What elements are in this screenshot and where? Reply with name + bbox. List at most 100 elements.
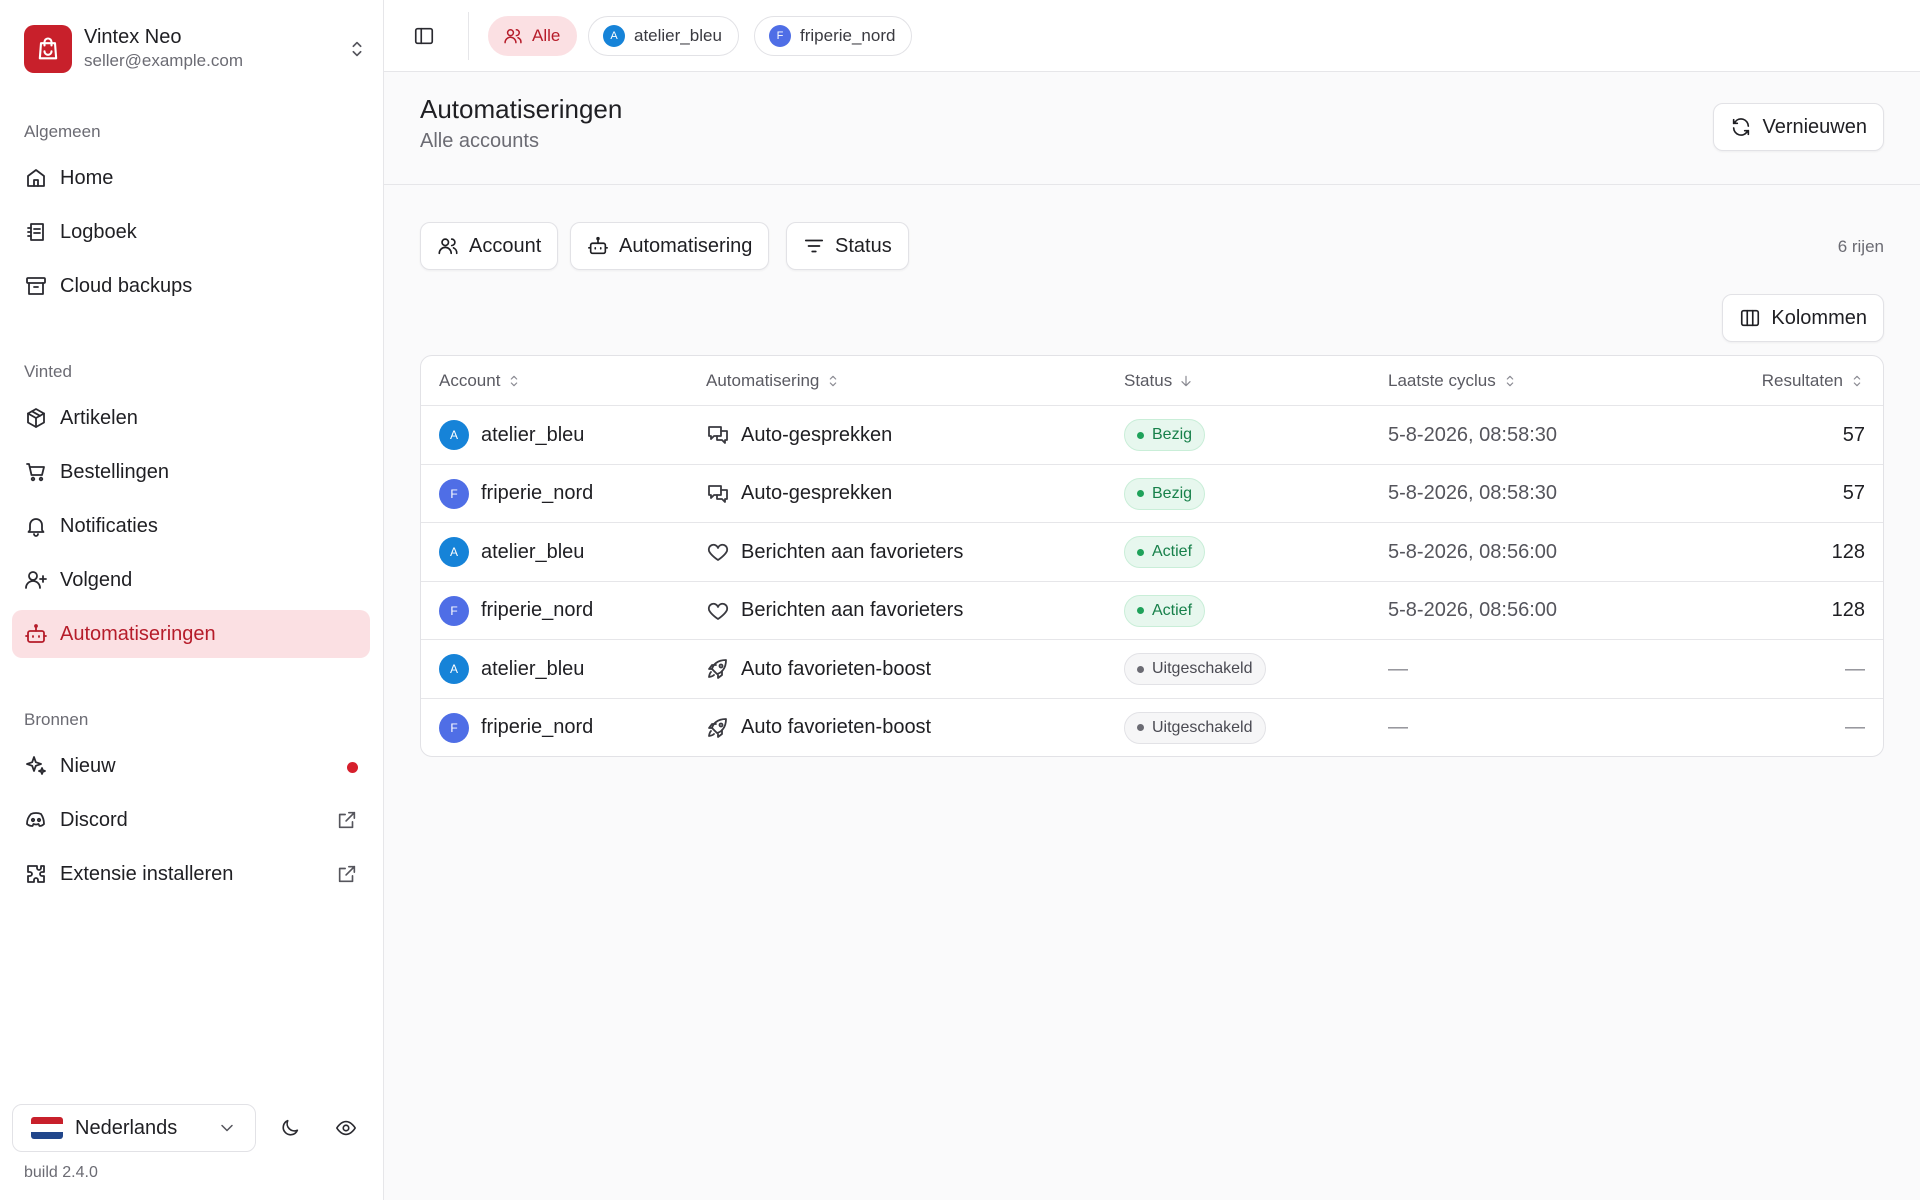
sidebar-toggle-button[interactable] — [404, 16, 444, 56]
sparkles-icon — [26, 756, 46, 775]
column-header-label: Automatisering — [706, 371, 820, 390]
filter-status-button[interactable]: Status — [786, 222, 909, 270]
sort-icon — [511, 375, 518, 387]
automation-name: Berichten aan favorieters — [741, 540, 964, 563]
chip-label: friperie_nord — [800, 26, 896, 45]
table-row[interactable]: F friperie_nord Auto-gesprekken Bezig 5-… — [421, 465, 1883, 523]
main-content: Account Automatisering Status 6 rijen Ko… — [384, 185, 1920, 1200]
sidebar-item-extensie-installeren[interactable]: Extensie installeren — [12, 850, 370, 898]
last-cycle-cell: — — [1388, 716, 1408, 738]
account-name: friperie_nord — [481, 482, 594, 504]
account-switcher[interactable]: Vintex Neo seller@example.com — [24, 24, 368, 74]
sidebar-item-artikelen[interactable]: Artikelen — [12, 394, 370, 442]
rocket-icon — [708, 659, 727, 679]
last-cycle-cell: 5-8-2026, 08:58:30 — [1388, 482, 1558, 504]
arrow-down-icon — [1181, 375, 1191, 387]
status-cell: Bezig — [1124, 465, 1206, 523]
column-header-account[interactable]: Account — [439, 356, 522, 406]
table-row[interactable]: F friperie_nord Auto favorieten-boost Ui… — [421, 699, 1883, 757]
sidebar-item-volgend[interactable]: Volgend — [12, 556, 370, 604]
filter-account-button[interactable]: Account — [420, 222, 559, 270]
nav-heading: Algemeen — [24, 122, 101, 141]
heart-icon — [707, 602, 729, 620]
sidebar-item-label: Volgend — [60, 568, 133, 591]
status-badge: Bezig — [1124, 477, 1206, 510]
results-cell: — — [1845, 716, 1865, 738]
status-cell: Uitgeschakeld — [1124, 699, 1266, 757]
nav-section-algemeen: Algemeen Home Logboek Cloud backups — [0, 120, 384, 310]
status-badge: Uitgeschakeld — [1124, 653, 1266, 685]
refresh-icon — [1733, 118, 1750, 136]
sidebar-item-logboek[interactable]: Logboek — [12, 208, 370, 256]
cart-icon — [26, 463, 45, 482]
home-icon — [27, 169, 45, 187]
account-name: atelier_bleu — [481, 540, 585, 563]
account-chip-alle[interactable]: Alle — [488, 16, 578, 56]
account-name: atelier_bleu — [481, 423, 585, 446]
columns-icon — [1741, 309, 1760, 327]
results-cell: 57 — [1842, 482, 1865, 504]
sidebar-item-label: Nieuw — [60, 754, 116, 777]
table-row[interactable]: A atelier_bleu Auto-gesprekken Bezig 5-8… — [421, 406, 1883, 465]
rocket-icon — [708, 717, 727, 738]
sidebar-item-discord[interactable]: Discord — [12, 796, 370, 844]
account-cell: A atelier_bleu — [439, 406, 584, 464]
sidebar-item-bestellingen[interactable]: Bestellingen — [12, 448, 370, 496]
column-header-label: Laatste cyclus — [1388, 371, 1496, 390]
sidebar-item-automatiseringen[interactable]: Automatiseringen — [12, 610, 370, 658]
package-icon — [27, 408, 45, 428]
sort-icon — [1506, 375, 1514, 387]
automation-name: Auto-gesprekken — [741, 482, 893, 504]
heart-icon — [707, 543, 729, 561]
account-chip-friperie-nord[interactable]: F friperie_nord — [754, 16, 913, 56]
refresh-button[interactable]: Vernieuwen — [1713, 103, 1884, 151]
brand-email: seller@example.com — [84, 51, 243, 70]
sort-icon — [830, 375, 837, 387]
filter-automation-button[interactable]: Automatisering — [570, 222, 770, 270]
nav-heading: Vinted — [24, 362, 72, 381]
table-row[interactable]: F friperie_nord Berichten aan favorieter… — [421, 582, 1883, 640]
column-header-label: Status — [1124, 371, 1173, 390]
discord-icon — [26, 812, 45, 827]
sidebar-item-notificaties[interactable]: Notificaties — [12, 502, 370, 550]
status-cell: Actief — [1124, 582, 1206, 640]
chat-icon — [708, 484, 728, 503]
column-header-label: Account — [439, 371, 501, 390]
automation-cell: Berichten aan favorieters — [706, 582, 963, 640]
language-label: Nederlands — [75, 1116, 178, 1139]
nav-heading: Bronnen — [24, 710, 89, 729]
avatar: F — [439, 712, 469, 743]
columns-button[interactable]: Kolommen — [1722, 294, 1884, 342]
visibility-toggle[interactable] — [326, 1108, 366, 1148]
sidebar-item-label: Home — [60, 166, 114, 189]
puzzle-icon — [27, 865, 45, 883]
nav-section-vinted: Vinted Artikelen Bestellingen Notificati… — [0, 360, 384, 658]
sidebar-item-nieuw[interactable]: Nieuw — [12, 742, 370, 790]
avatar: A — [603, 25, 625, 47]
automation-cell: Auto favorieten-boost — [706, 699, 931, 757]
sidebar-item-cloud-backups[interactable]: Cloud backups — [12, 262, 370, 310]
language-select[interactable]: Nederlands — [12, 1104, 256, 1152]
column-header-results[interactable]: Resultaten — [1762, 356, 1865, 406]
column-header-status[interactable]: Status — [1124, 356, 1194, 406]
bot-icon — [25, 624, 47, 643]
column-header-last-cycle[interactable]: Laatste cyclus — [1388, 356, 1518, 406]
account-name: friperie_nord — [481, 716, 594, 738]
brand-logo — [24, 25, 72, 73]
archive-icon — [26, 277, 46, 295]
column-header-automation[interactable]: Automatisering — [706, 356, 841, 406]
account-chip-atelier-bleu[interactable]: A atelier_bleu — [588, 16, 739, 56]
sidebar-item-label: Logboek — [60, 220, 137, 243]
last-cycle-cell: 5-8-2026, 08:56:00 — [1388, 540, 1558, 563]
automation-name: Auto-gesprekken — [741, 423, 893, 446]
chat-icon — [708, 426, 728, 444]
last-cycle-cell: — — [1388, 657, 1408, 680]
dark-mode-toggle[interactable] — [270, 1108, 310, 1148]
results-cell: — — [1845, 657, 1865, 680]
new-indicator-dot — [347, 762, 358, 773]
table-row[interactable]: A atelier_bleu Auto favorieten-boost Uit… — [421, 640, 1883, 699]
table-row[interactable]: A atelier_bleu Berichten aan favorieters… — [421, 523, 1883, 582]
status-cell: Uitgeschakeld — [1124, 640, 1266, 698]
external-link-icon — [338, 865, 356, 883]
sidebar-item-home[interactable]: Home — [12, 154, 370, 202]
